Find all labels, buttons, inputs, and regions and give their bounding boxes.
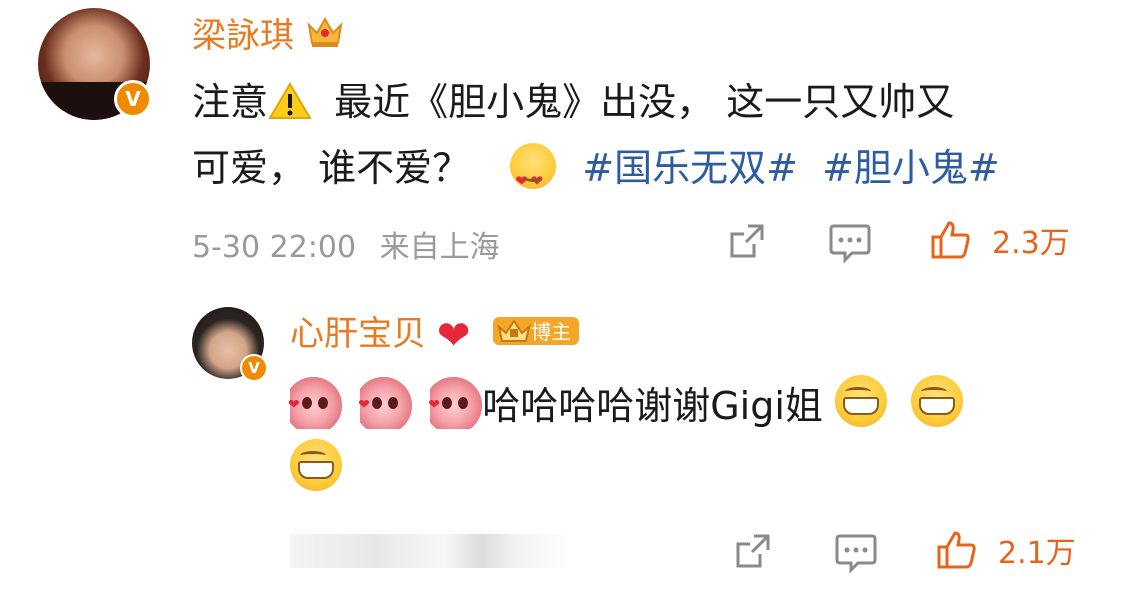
username-text[interactable]: 心肝宝贝 xyxy=(290,314,426,354)
badge-label: 博主 xyxy=(531,320,572,344)
share-button[interactable] xyxy=(732,530,774,572)
username-text[interactable]: 梁詠琪 xyxy=(192,16,294,56)
comment-button[interactable] xyxy=(828,222,872,264)
red-heart-icon: ❤ xyxy=(436,313,471,359)
crown-badge-icon xyxy=(497,317,531,352)
thumbs-up-icon xyxy=(931,221,970,259)
thumbs-up-icon xyxy=(937,531,976,569)
warning-icon xyxy=(268,78,312,138)
blogger-badge: 博主 xyxy=(493,317,580,345)
reply-username[interactable]: 心肝宝贝 ❤ 博主 xyxy=(290,306,580,359)
like-count: 2.3万 xyxy=(992,226,1070,261)
like-count: 2.1万 xyxy=(998,536,1076,571)
like-button[interactable]: 2.1万 xyxy=(936,528,1076,572)
share-icon xyxy=(730,224,764,258)
verified-badge: V xyxy=(240,354,268,382)
post-meta: 5-30 22:00 来自上海 xyxy=(192,222,500,266)
sticker-emoji xyxy=(288,373,342,437)
verified-badge: V xyxy=(114,80,152,118)
content-prefix: 注意 xyxy=(192,80,269,124)
sticker-emoji xyxy=(428,373,483,437)
grin-emoji xyxy=(911,375,964,427)
comment-icon xyxy=(835,534,877,574)
post-username[interactable]: 梁詠琪 xyxy=(192,8,345,60)
sticker-emoji xyxy=(358,373,413,437)
post-content-line1: 注意 最近《胆小鬼》出没， 这一只又帅又 xyxy=(192,72,1092,138)
grin-emoji xyxy=(834,375,887,427)
reply-content-line2 xyxy=(290,438,1090,502)
reply-text: 哈哈哈哈谢谢Gigi姐 xyxy=(482,384,823,428)
post-content-line2: 可爱， 谁不爱？ #国乐无双# #胆小鬼# xyxy=(192,138,1092,211)
reply-content: 哈哈哈哈谢谢Gigi姐 xyxy=(288,373,1090,502)
content-main: 最近《胆小鬼》出没， 这一只又帅又 xyxy=(334,80,955,124)
heart-eyes-emoji xyxy=(510,143,557,211)
blurred-meta xyxy=(290,534,572,568)
comment-button[interactable] xyxy=(834,532,878,574)
crown-icon xyxy=(305,11,345,60)
comment-icon xyxy=(829,224,871,264)
hashtag-link[interactable]: #胆小鬼# xyxy=(822,146,1000,190)
like-button[interactable]: 2.3万 xyxy=(930,218,1070,262)
post-content: 注意 最近《胆小鬼》出没， 这一只又帅又 可爱， 谁不爱？ #国乐无双# #胆小… xyxy=(192,72,1092,211)
grin-emoji xyxy=(290,439,342,491)
timestamp: 5-30 22:00 xyxy=(192,230,357,265)
share-button[interactable] xyxy=(726,220,768,262)
location: 来自上海 xyxy=(379,230,500,265)
share-icon xyxy=(736,534,770,568)
reply-content-line1: 哈哈哈哈谢谢Gigi姐 xyxy=(288,373,1090,438)
hashtag-link[interactable]: #国乐无双# xyxy=(582,146,798,190)
content-line2: 可爱， 谁不爱？ xyxy=(192,146,471,190)
